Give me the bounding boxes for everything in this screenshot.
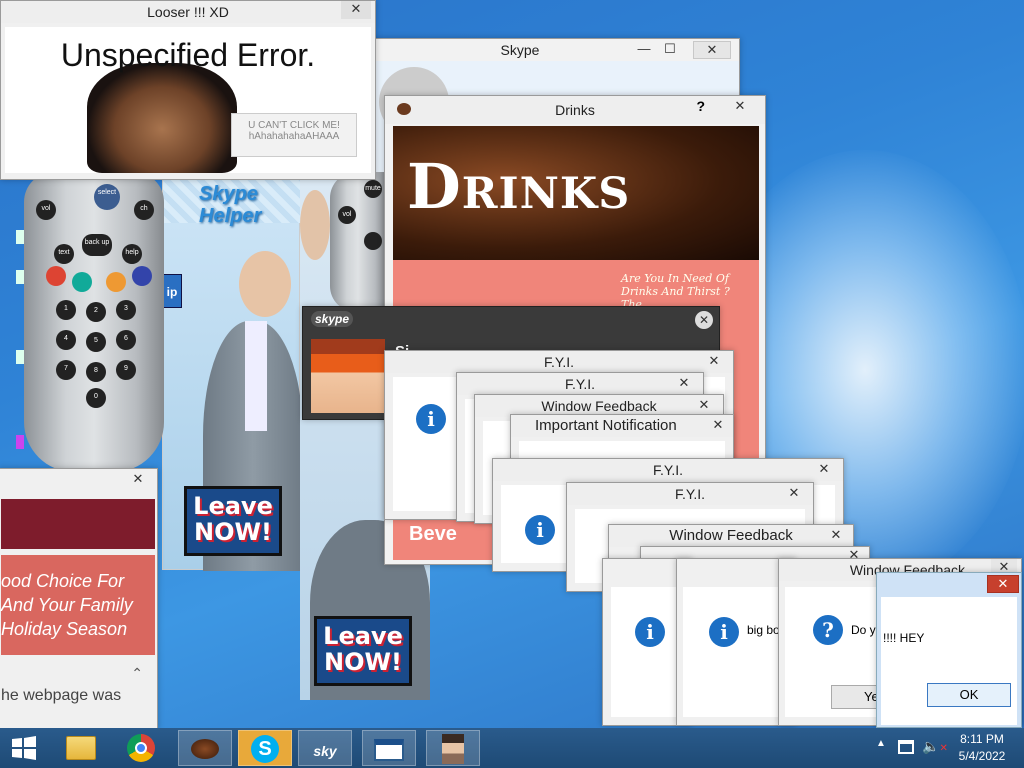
taskbar: S sky ▲ 🔈✕ 8:11 PM 5/4/2022: [0, 728, 1024, 768]
close-icon[interactable]: ✕: [693, 41, 731, 59]
man-head-2: [300, 190, 330, 260]
hey-dialog[interactable]: ✕ !!!! HEY OK: [876, 572, 1022, 728]
close-icon[interactable]: ✕: [671, 375, 697, 393]
close-icon[interactable]: ✕: [707, 417, 729, 435]
close-icon[interactable]: ✕: [721, 98, 759, 116]
drinks-app-icon: [397, 103, 411, 115]
close-icon[interactable]: ✕: [125, 471, 151, 489]
close-icon[interactable]: ✕: [781, 485, 807, 503]
window-taskbar-icon[interactable]: [362, 730, 416, 766]
network-icon[interactable]: [898, 740, 914, 754]
error-window[interactable]: Looser !!! XD ✕ Unspecified Error. U CAN…: [0, 0, 376, 180]
close-icon[interactable]: ✕: [695, 311, 713, 329]
ad-promo: ood Choice For And Your Family Holiday S…: [1, 555, 155, 655]
angry-face-image: [87, 63, 237, 173]
man-head: [239, 251, 291, 317]
help-icon[interactable]: ?: [696, 98, 705, 114]
chevron-up-icon[interactable]: ▲: [876, 738, 886, 749]
skype-taskbar-icon[interactable]: S: [238, 730, 292, 766]
ad-maroon-strip: [1, 499, 155, 549]
ok-button[interactable]: OK: [927, 683, 1011, 707]
tv-remote-left: vol select ch text back up help 1 2 3 4 …: [24, 172, 164, 472]
ad-status-text: he webpage was: [1, 687, 122, 704]
error-window-title: Looser !!! XD: [1, 1, 375, 23]
dialog-message-big: big bo: [747, 623, 780, 637]
close-icon[interactable]: ✕: [823, 527, 849, 545]
info-icon: i: [525, 515, 555, 545]
leave-now-button-2[interactable]: Leave NOW!: [314, 616, 412, 686]
file-explorer-icon[interactable]: [54, 730, 108, 766]
hey-message: !!!! HEY: [883, 631, 925, 645]
close-icon[interactable]: ✕: [341, 1, 371, 19]
question-icon: ?: [813, 615, 843, 645]
windows-logo-icon: [12, 736, 36, 760]
skype-helper-banner: Skype Helper: [163, 177, 301, 227]
person-taskbar-icon[interactable]: [426, 730, 480, 766]
error-heading: Unspecified Error.: [60, 37, 316, 73]
drinks-window-title: Drinks: [385, 96, 765, 124]
hey-client: !!!! HEY OK: [881, 597, 1017, 725]
error-content: Unspecified Error. U CAN'T CLICK ME! hAh…: [5, 27, 371, 173]
dialog-message-do: Do y: [851, 623, 876, 637]
close-icon[interactable]: ✕: [987, 575, 1019, 593]
drinks-taskbar-icon[interactable]: [178, 730, 232, 766]
skype-ip-label: ip: [162, 274, 182, 308]
clock-time[interactable]: 8:11 PM: [952, 732, 1012, 746]
drinks-banner: Drinks: [393, 126, 759, 260]
info-icon: i: [416, 404, 446, 434]
shirt: [245, 321, 267, 431]
leave-now-button-1[interactable]: Leave NOW!: [184, 486, 282, 556]
info-icon: i: [635, 617, 665, 647]
cant-click-button[interactable]: U CAN'T CLICK ME! hAhahahahaAHAAA: [231, 113, 357, 157]
tv-remote-right: vol mute: [330, 172, 386, 312]
clock-date[interactable]: 5/4/2022: [952, 749, 1012, 763]
caller-avatar: [311, 339, 385, 413]
close-icon[interactable]: ✕: [691, 397, 717, 415]
maximize-icon[interactable]: ☐: [655, 41, 685, 59]
start-button[interactable]: [2, 730, 46, 766]
skype-call-logo: skype: [311, 311, 354, 327]
chrome-icon[interactable]: [114, 730, 168, 766]
drinks-footer-text: Beve: [409, 523, 457, 545]
chevron-up-icon[interactable]: ⌃: [131, 665, 143, 682]
close-icon[interactable]: ✕: [701, 353, 727, 371]
ad-window[interactable]: ✕ ood Choice For And Your Family Holiday…: [0, 468, 158, 730]
info-icon: i: [709, 617, 739, 647]
close-icon[interactable]: ✕: [811, 461, 837, 479]
volume-muted-icon[interactable]: 🔈✕: [922, 738, 948, 755]
skype-helper-taskbar-icon[interactable]: sky: [298, 730, 352, 766]
